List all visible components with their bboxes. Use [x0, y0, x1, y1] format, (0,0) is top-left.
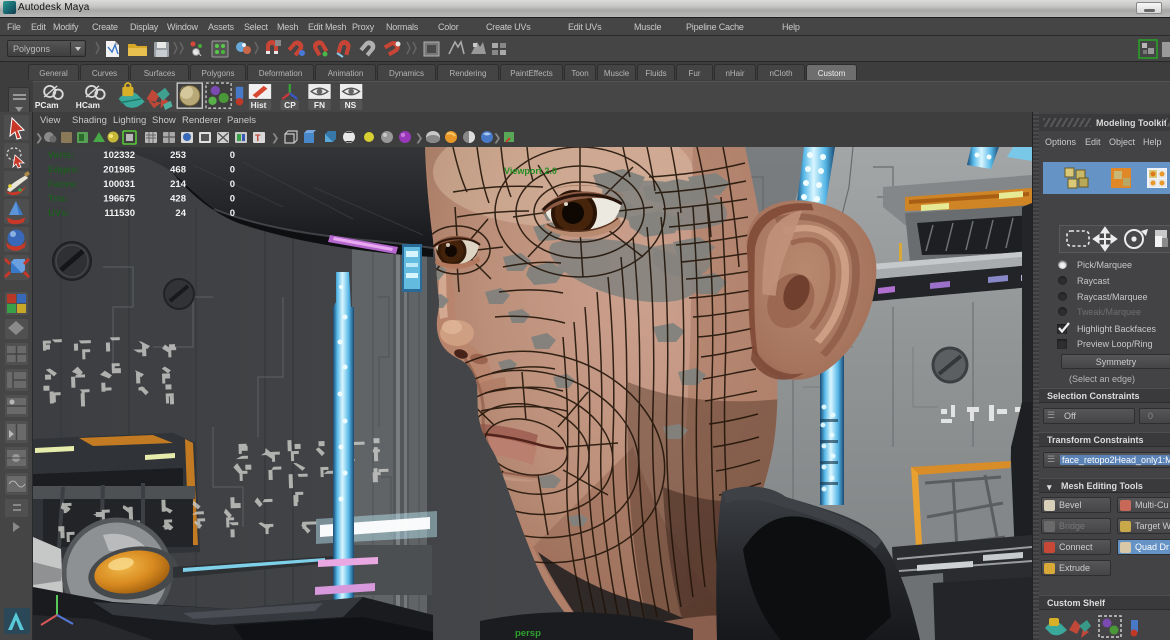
svg-text:196675: 196675 — [103, 194, 135, 205]
svg-text:HCam: HCam — [76, 100, 100, 110]
svg-text:0: 0 — [230, 179, 235, 190]
svg-text:0: 0 — [230, 150, 235, 161]
svg-text:253: 253 — [170, 150, 186, 161]
svg-text:UVs:: UVs: — [48, 208, 70, 219]
svg-text:persp: persp — [515, 628, 541, 639]
svg-text:CP: CP — [284, 100, 296, 110]
svg-text:100031: 100031 — [103, 179, 135, 190]
svg-text:Hist: Hist — [251, 100, 267, 110]
svg-text:Tris:: Tris: — [48, 194, 68, 205]
svg-text:214: 214 — [170, 179, 187, 190]
svg-text:102332: 102332 — [103, 150, 135, 161]
svg-text:Verts:: Verts: — [48, 150, 74, 161]
svg-text:❯: ❯ — [415, 133, 423, 144]
svg-text:Edges:: Edges: — [48, 165, 80, 176]
svg-text:Faces:: Faces: — [48, 179, 78, 190]
svg-text:❯: ❯ — [271, 133, 279, 144]
svg-text:NS: NS — [345, 100, 357, 110]
svg-text:0: 0 — [230, 194, 235, 205]
svg-text:0: 0 — [230, 208, 235, 219]
svg-text:FN: FN — [314, 100, 325, 110]
svg-text:T: T — [255, 133, 261, 143]
svg-text:468: 468 — [170, 165, 186, 176]
svg-text:428: 428 — [170, 194, 186, 205]
svg-text:❯: ❯ — [35, 133, 43, 144]
svg-text:201985: 201985 — [103, 165, 135, 176]
svg-text:111530: 111530 — [104, 208, 135, 219]
svg-text:❯: ❯ — [493, 133, 501, 144]
svg-text:24: 24 — [175, 208, 186, 219]
svg-text:Viewport 2.0: Viewport 2.0 — [504, 166, 557, 176]
svg-text:0: 0 — [230, 165, 235, 176]
svg-text:PCam: PCam — [35, 100, 59, 110]
